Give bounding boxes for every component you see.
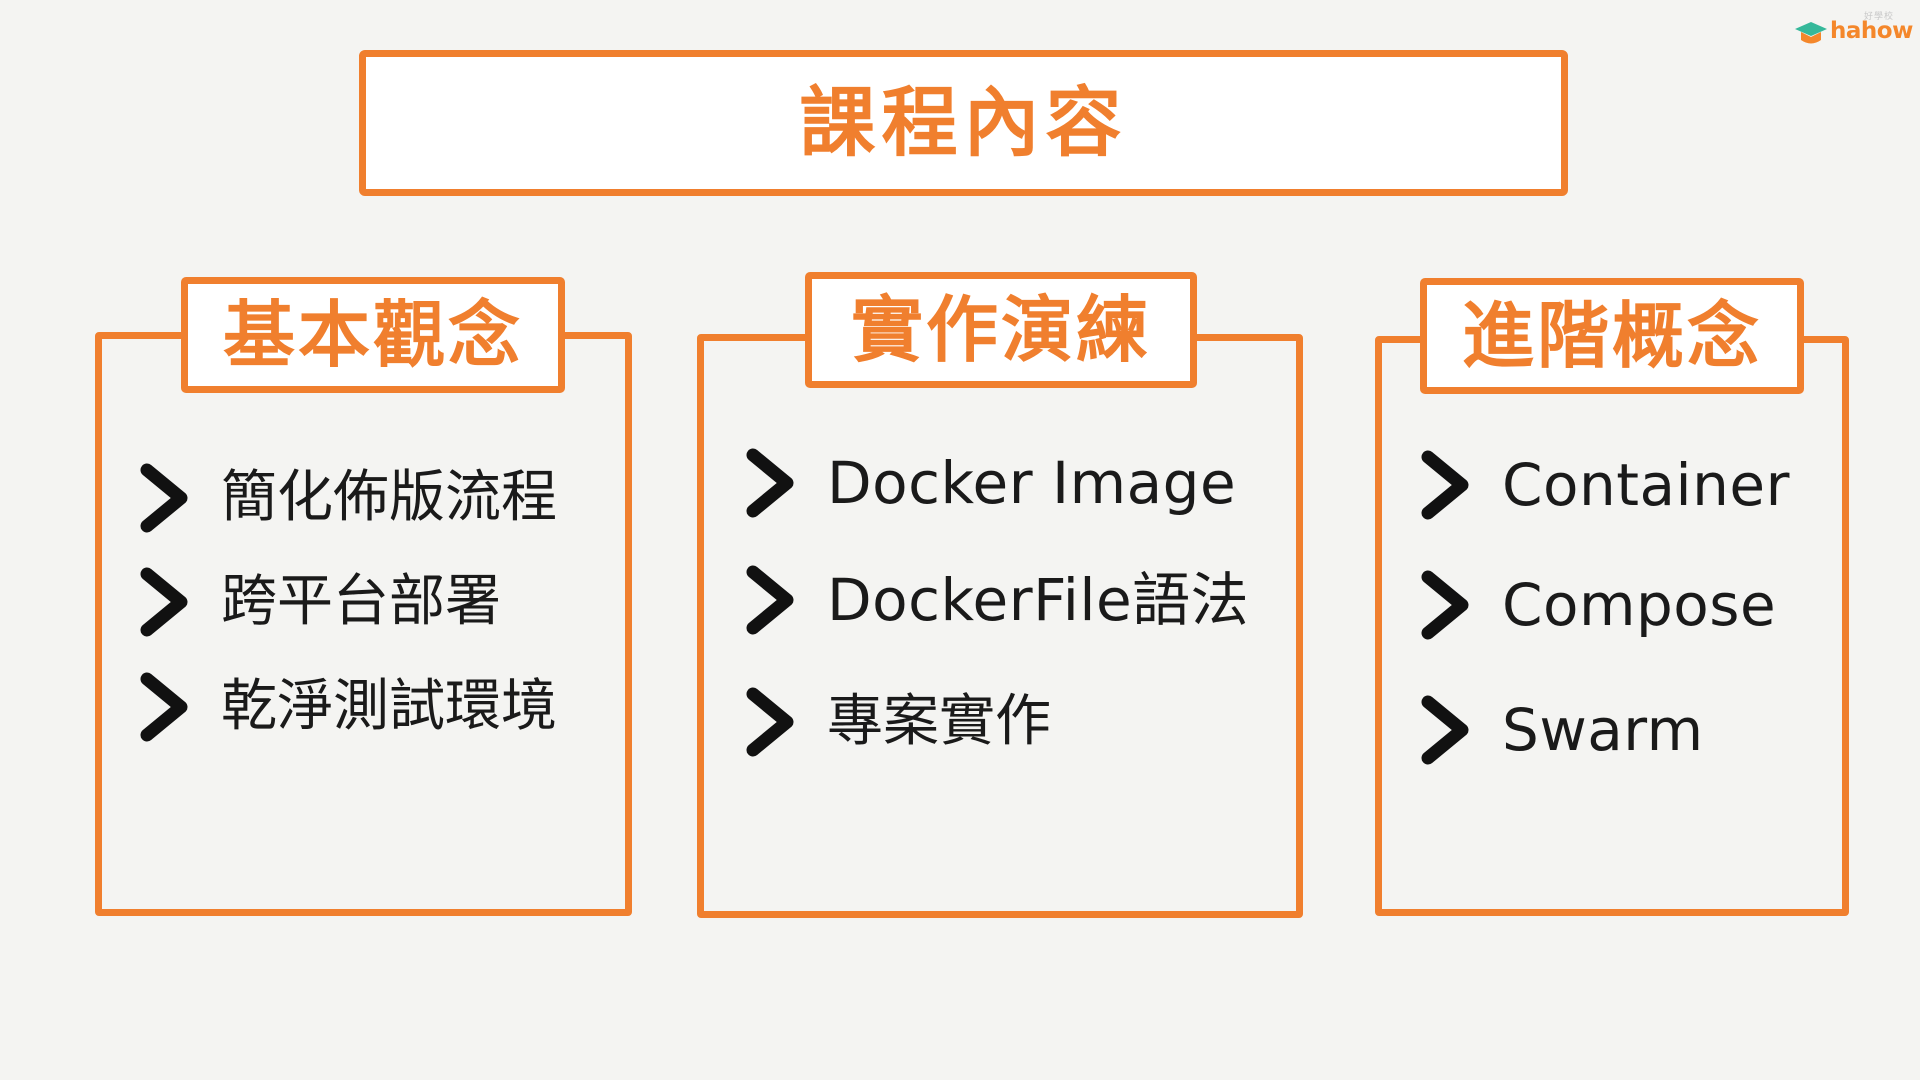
chevron-right-icon: [140, 463, 188, 533]
slide: 好學校 hahow 課程內容 基本觀念 簡化佈版流程 跨平台部署 乾淨測試環境 …: [0, 0, 1920, 1080]
chevron-right-icon: [140, 672, 188, 742]
chevron-right-icon: [746, 448, 794, 518]
list-item-label: Docker Image: [827, 449, 1237, 517]
list-item-label: Swarm: [1502, 696, 1704, 764]
list-item: Docker Image: [743, 443, 1236, 523]
list-item: 跨平台部署: [137, 562, 501, 642]
list-item-label: 乾淨測試環境: [221, 674, 557, 739]
title-banner: 課程內容: [359, 50, 1568, 196]
list-item: 簡化佈版流程: [137, 458, 557, 538]
list-item-label: 跨平台部署: [221, 569, 501, 634]
chevron-right-icon: [1421, 450, 1469, 520]
panel-advanced-concepts-heading-box: 進階概念: [1420, 278, 1804, 394]
list-item: Compose: [1418, 565, 1776, 645]
list-item-label: Container: [1502, 451, 1790, 519]
chevron-right-icon: [746, 687, 794, 757]
list-item: DockerFile語法: [743, 560, 1249, 640]
list-item: 乾淨測試環境: [137, 667, 557, 747]
hahow-logo: 好學校 hahow: [1794, 12, 1913, 50]
list-item-label: 簡化佈版流程: [221, 465, 557, 530]
panel-heading: 進階概念: [1461, 294, 1762, 378]
chevron-right-icon: [140, 567, 188, 637]
list-item-label: DockerFile語法: [827, 566, 1250, 634]
panel-heading: 基本觀念: [222, 293, 523, 377]
list-item-label: 專案實作: [827, 689, 1051, 754]
list-item: Swarm: [1418, 690, 1704, 770]
list-item: 專案實作: [743, 682, 1051, 762]
list-item-label: Compose: [1502, 571, 1777, 639]
panel-basic-concepts-heading-box: 基本觀念: [181, 277, 565, 393]
logo-wordmark: hahow: [1830, 18, 1913, 44]
chevron-right-icon: [1421, 695, 1469, 765]
chevron-right-icon: [746, 565, 794, 635]
list-item: Container: [1418, 445, 1790, 525]
slide-title: 課程內容: [799, 78, 1128, 167]
panel-hands-on-heading-box: 實作演練: [805, 272, 1197, 388]
chevron-right-icon: [1421, 570, 1469, 640]
panel-heading: 實作演練: [850, 288, 1151, 372]
graduation-cap-icon: [1795, 22, 1827, 44]
